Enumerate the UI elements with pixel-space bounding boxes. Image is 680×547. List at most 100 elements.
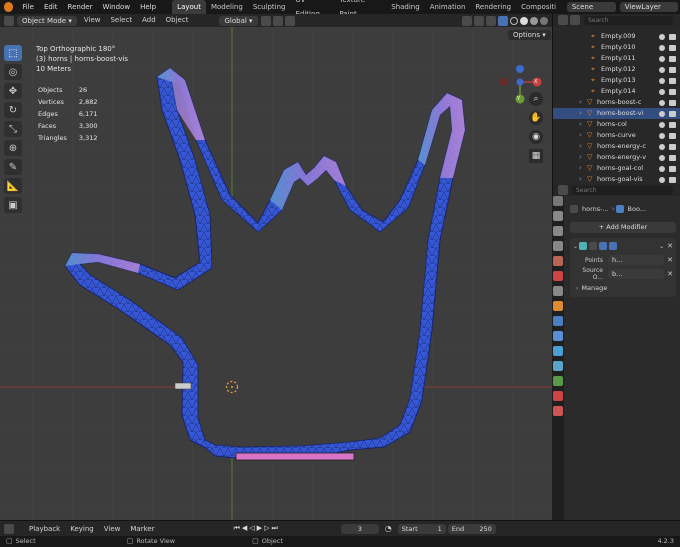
expand-chevron-icon[interactable]: › — [579, 141, 587, 152]
render-camera-icon[interactable] — [669, 77, 676, 84]
render-camera-icon[interactable] — [669, 121, 676, 128]
workspace-tab-rendering[interactable]: Rendering — [470, 0, 516, 14]
rotate-tool-icon[interactable]: ↻ — [4, 102, 22, 118]
scale-tool-icon[interactable]: ⤡ — [4, 121, 22, 137]
render-camera-icon[interactable] — [669, 154, 676, 161]
render-camera-icon[interactable] — [669, 44, 676, 51]
scene-selector[interactable]: Scene — [566, 2, 616, 12]
render-camera-icon[interactable] — [669, 88, 676, 95]
menu-edit[interactable]: Edit — [39, 0, 63, 14]
cursor-tool-icon[interactable]: ◎ — [4, 64, 22, 80]
visibility-icon[interactable] — [462, 15, 472, 26]
stopwatch-icon[interactable]: ◔ — [385, 524, 392, 533]
expand-chevron-icon[interactable]: › — [579, 119, 587, 130]
workspace-tab-animation[interactable]: Animation — [425, 0, 471, 14]
modifier-tab-icon[interactable] — [553, 316, 563, 326]
constraints-tab-icon[interactable] — [553, 361, 563, 371]
remove-modifier-icon[interactable]: ✕ — [667, 242, 673, 250]
render-camera-icon[interactable] — [669, 176, 676, 183]
add-cube-tool-icon[interactable]: ▣ — [4, 197, 22, 213]
expand-chevron-icon[interactable]: › — [579, 97, 587, 108]
transform-orientation-dropdown[interactable]: Global ▾ — [219, 15, 258, 26]
data-tab-icon[interactable] — [553, 376, 563, 386]
tool-tab-icon[interactable] — [553, 196, 563, 206]
material-tab-icon[interactable] — [553, 391, 563, 401]
expand-chevron-icon[interactable]: › — [579, 130, 587, 141]
snap-icon[interactable] — [272, 15, 283, 26]
clear-field-icon[interactable]: ✕ — [667, 270, 673, 278]
camera-icon[interactable]: ◉ — [529, 130, 543, 144]
visibility-eye-icon[interactable] — [659, 55, 665, 62]
play-reverse-icon[interactable]: ◁ — [249, 524, 256, 532]
edit-mode-toggle-icon[interactable] — [589, 242, 598, 250]
outliner-item[interactable]: › ▽ horns-energy-c — [553, 141, 680, 152]
outliner-editor-icon[interactable] — [558, 15, 568, 25]
menu-view-timeline[interactable]: View — [99, 525, 126, 533]
workspace-tab-compositing[interactable]: Compositi — [516, 0, 561, 14]
transform-tool-icon[interactable]: ⊕ — [4, 140, 22, 156]
output-tab-icon[interactable] — [553, 226, 563, 236]
menu-window[interactable]: Window — [97, 0, 135, 14]
scene-tab-icon[interactable] — [553, 256, 563, 266]
menu-view[interactable]: View — [79, 14, 106, 27]
world-tab-icon[interactable] — [553, 271, 563, 281]
collapse-chevron-icon[interactable]: ⌄ — [573, 243, 578, 250]
zoom-icon[interactable]: ⌕ — [529, 92, 543, 106]
gizmo-icon[interactable] — [474, 15, 484, 26]
visibility-eye-icon[interactable] — [659, 66, 665, 73]
expand-chevron-icon[interactable]: › — [579, 152, 587, 163]
visibility-eye-icon[interactable] — [659, 176, 665, 183]
jump-start-icon[interactable]: ⏮ — [234, 524, 242, 532]
annotate-tool-icon[interactable]: ✎ — [4, 159, 22, 175]
current-frame-field[interactable]: 3 — [340, 523, 379, 534]
filter-icon[interactable] — [570, 15, 580, 25]
visibility-eye-icon[interactable] — [659, 165, 665, 172]
menu-file[interactable]: File — [17, 0, 39, 14]
outliner-search-input[interactable]: Search — [584, 15, 673, 25]
play-icon[interactable]: ▶ — [257, 524, 264, 532]
points-object-field[interactable]: h... — [608, 255, 665, 265]
outliner-item[interactable]: ⌖ Empty.014 — [553, 86, 680, 97]
xray-icon[interactable] — [498, 15, 508, 26]
outliner-item[interactable]: › ▽ horns-boost-c — [553, 97, 680, 108]
outliner-item[interactable]: ⌖ Empty.013 — [553, 75, 680, 86]
render-camera-icon[interactable] — [669, 143, 676, 150]
menu-playback[interactable]: Playback — [15, 525, 65, 533]
visibility-eye-icon[interactable] — [659, 99, 665, 106]
outliner-item[interactable]: ⌖ Empty.011 — [553, 53, 680, 64]
expand-chevron-icon[interactable]: › — [579, 163, 587, 174]
jump-end-icon[interactable]: ⏭ — [271, 524, 279, 532]
render-tab-icon[interactable] — [553, 211, 563, 221]
start-frame-field[interactable]: Start 1 — [397, 523, 446, 534]
menu-render[interactable]: Render — [63, 0, 98, 14]
visibility-eye-icon[interactable] — [659, 110, 665, 117]
end-frame-field[interactable]: End 250 — [447, 523, 496, 534]
visibility-eye-icon[interactable] — [659, 77, 665, 84]
outliner-item[interactable]: › ▽ horns-goal-vis — [553, 174, 680, 184]
render-camera-icon[interactable] — [669, 132, 676, 139]
workspace-tab-shading[interactable]: Shading — [386, 0, 424, 14]
editor-type-icon[interactable] — [4, 15, 14, 26]
menu-select[interactable]: Select — [105, 14, 137, 27]
expand-chevron-icon[interactable]: › — [573, 285, 581, 292]
shading-rendered-icon[interactable] — [540, 16, 548, 25]
outliner-item[interactable]: › ▽ horns-boost-vi — [553, 108, 680, 119]
visibility-eye-icon[interactable] — [659, 88, 665, 95]
properties-editor-icon[interactable] — [558, 185, 568, 195]
particles-tab-icon[interactable] — [553, 331, 563, 341]
blender-logo-icon[interactable] — [4, 2, 14, 12]
pan-hand-icon[interactable]: ✋ — [529, 111, 543, 125]
visibility-eye-icon[interactable] — [659, 154, 665, 161]
outliner-item[interactable]: ⌖ Empty.012 — [553, 64, 680, 75]
outliner-item[interactable]: › ▽ horns-energy-v — [553, 152, 680, 163]
add-modifier-button[interactable]: + Add Modifier — [570, 222, 676, 233]
menu-marker[interactable]: Marker — [125, 525, 159, 533]
shading-wireframe-icon[interactable] — [510, 16, 518, 25]
move-tool-icon[interactable]: ✥ — [4, 83, 22, 99]
shading-solid-icon[interactable] — [520, 16, 528, 25]
overlay-icon[interactable] — [486, 15, 496, 26]
pivot-icon[interactable] — [260, 15, 271, 26]
menu-object[interactable]: Object — [161, 14, 194, 27]
options-dropdown[interactable]: Options ▾ — [508, 30, 551, 40]
menu-add[interactable]: Add — [137, 14, 161, 27]
